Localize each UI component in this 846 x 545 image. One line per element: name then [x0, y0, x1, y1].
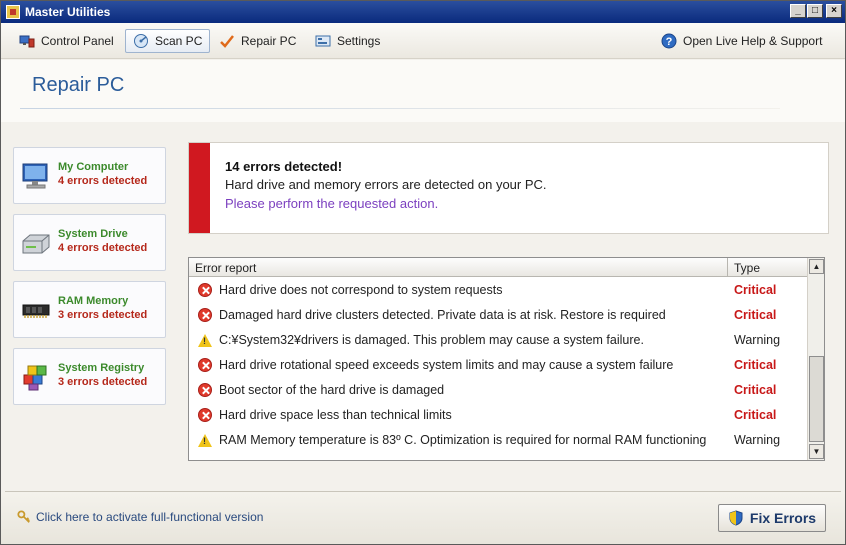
sidebar-item-name: System Drive — [58, 228, 128, 240]
error-icon — [198, 408, 212, 422]
warning-icon — [198, 334, 212, 347]
help-support-link[interactable]: ? Open Live Help & Support — [653, 29, 830, 53]
table-row[interactable]: Hard drive space less than technical lim… — [189, 403, 807, 428]
alert-message: Hard drive and memory errors are detecte… — [225, 177, 547, 192]
window-title: Master Utilities — [25, 5, 111, 19]
table-row[interactable]: RAM Memory temperature is 83º C. Optimiz… — [189, 428, 807, 453]
error-description: Damaged hard drive clusters detected. Pr… — [219, 308, 666, 322]
alert-accent-bar — [189, 143, 210, 233]
help-label: Open Live Help & Support — [683, 34, 823, 48]
sidebar-item-count: 3 errors detected — [58, 309, 148, 321]
sidebar-item-my-computer[interactable]: My Computer 4 errors detected — [13, 147, 166, 204]
error-type: Critical — [734, 383, 777, 397]
column-header-error-report[interactable]: Error report — [195, 261, 256, 275]
sidebar-item-system-registry[interactable]: System Registry 3 errors detected — [13, 348, 166, 405]
error-description: Hard drive rotational speed exceeds syst… — [219, 358, 674, 372]
error-type: Critical — [734, 358, 777, 372]
tab-label: Settings — [337, 34, 381, 48]
sidebar-item-system-drive[interactable]: System Drive 4 errors detected — [13, 214, 166, 271]
repair-checkmark-icon — [220, 35, 234, 48]
error-type: Warning — [734, 333, 781, 347]
sidebar-item-name: System Registry — [58, 362, 145, 374]
error-type: Critical — [734, 408, 777, 422]
sidebar-item-ram-memory[interactable]: RAM Memory 3 errors detected — [13, 281, 166, 338]
table-row[interactable]: Boot sector of the hard drive is damaged… — [189, 378, 807, 403]
fix-errors-label: Fix Errors — [749, 510, 817, 526]
warning-icon — [198, 434, 212, 447]
column-separator[interactable] — [727, 258, 728, 277]
help-icon: ? — [661, 33, 677, 49]
computer-icon — [22, 163, 48, 189]
sidebar-item-name: RAM Memory — [58, 295, 129, 307]
control-panel-icon — [19, 35, 35, 48]
scroll-thumb[interactable] — [809, 356, 824, 442]
scan-pc-icon — [134, 34, 148, 48]
activate-label: Click here to activate full-functional v… — [36, 510, 264, 524]
drive-icon — [22, 234, 50, 254]
error-description: Boot sector of the hard drive is damaged — [219, 383, 445, 397]
tab-settings[interactable]: Settings — [307, 29, 388, 53]
tab-control-panel[interactable]: Control Panel — [11, 29, 122, 53]
error-icon — [198, 358, 212, 372]
error-icon — [198, 308, 212, 322]
alert-title: 14 errors detected! — [225, 159, 343, 174]
registry-icon — [23, 365, 47, 391]
tab-repair-pc[interactable]: Repair PC — [211, 29, 304, 53]
tab-label: Control Panel — [41, 34, 114, 48]
header-divider — [20, 108, 780, 109]
close-button[interactable]: × — [826, 4, 842, 18]
title-bar[interactable]: Master Utilities _ □ × — [1, 1, 845, 23]
activate-link[interactable]: Click here to activate full-functional v… — [17, 510, 263, 524]
column-header-type[interactable]: Type — [734, 261, 760, 275]
error-type: Critical — [734, 283, 777, 297]
tab-label: Repair PC — [241, 34, 297, 48]
error-icon — [198, 283, 212, 297]
sidebar-item-count: 4 errors detected — [58, 175, 148, 187]
error-description: Hard drive space less than technical lim… — [219, 408, 452, 422]
key-icon — [17, 510, 30, 523]
table-row[interactable]: Damaged hard drive clusters detected. Pr… — [189, 303, 807, 328]
error-report-list[interactable]: Error report Type Hard drive does not co… — [188, 257, 825, 461]
page-title: Repair PC — [32, 74, 125, 96]
scroll-up-button[interactable]: ▲ — [809, 259, 824, 274]
toolbar: Control Panel Scan PC Repair PC Settings — [1, 23, 845, 59]
shield-icon — [729, 510, 743, 526]
settings-icon — [315, 35, 331, 47]
error-description: Hard drive does not correspond to system… — [219, 283, 503, 297]
tab-label: Scan PC — [155, 34, 203, 48]
error-type: Warning — [734, 433, 781, 447]
list-header: Error report Type — [189, 258, 807, 277]
sidebar-item-count: 4 errors detected — [58, 242, 148, 254]
table-row[interactable]: Hard drive does not correspond to system… — [189, 278, 807, 303]
error-description: RAM Memory temperature is 83º C. Optimiz… — [219, 433, 707, 447]
sidebar-item-count: 3 errors detected — [58, 376, 148, 388]
scroll-down-button[interactable]: ▼ — [809, 444, 824, 459]
minimize-button[interactable]: _ — [790, 4, 806, 18]
error-type: Critical — [734, 308, 777, 322]
app-logo-icon — [6, 5, 20, 19]
svg-text:?: ? — [666, 36, 673, 48]
sidebar-item-name: My Computer — [58, 161, 129, 173]
error-summary-panel: 14 errors detected! Hard drive and memor… — [188, 142, 829, 234]
error-icon — [198, 383, 212, 397]
app-window: Master Utilities _ □ × Control Panel Sca… — [0, 0, 846, 545]
vertical-scrollbar[interactable]: ▲ ▼ — [807, 258, 824, 460]
ram-chip-icon — [22, 304, 50, 318]
page-header: Repair PC — [1, 60, 845, 122]
tab-scan-pc[interactable]: Scan PC — [125, 29, 211, 53]
error-description: C:¥System32¥drivers is damaged. This pro… — [219, 333, 644, 347]
footer: Click here to activate full-functional v… — [1, 492, 845, 544]
alert-action-text: Please perform the requested action. — [225, 196, 439, 211]
table-row[interactable]: Hard drive rotational speed exceeds syst… — [189, 353, 807, 378]
maximize-button[interactable]: □ — [807, 4, 823, 18]
fix-errors-button[interactable]: Fix Errors — [718, 504, 826, 532]
table-row[interactable]: C:¥System32¥drivers is damaged. This pro… — [189, 328, 807, 353]
